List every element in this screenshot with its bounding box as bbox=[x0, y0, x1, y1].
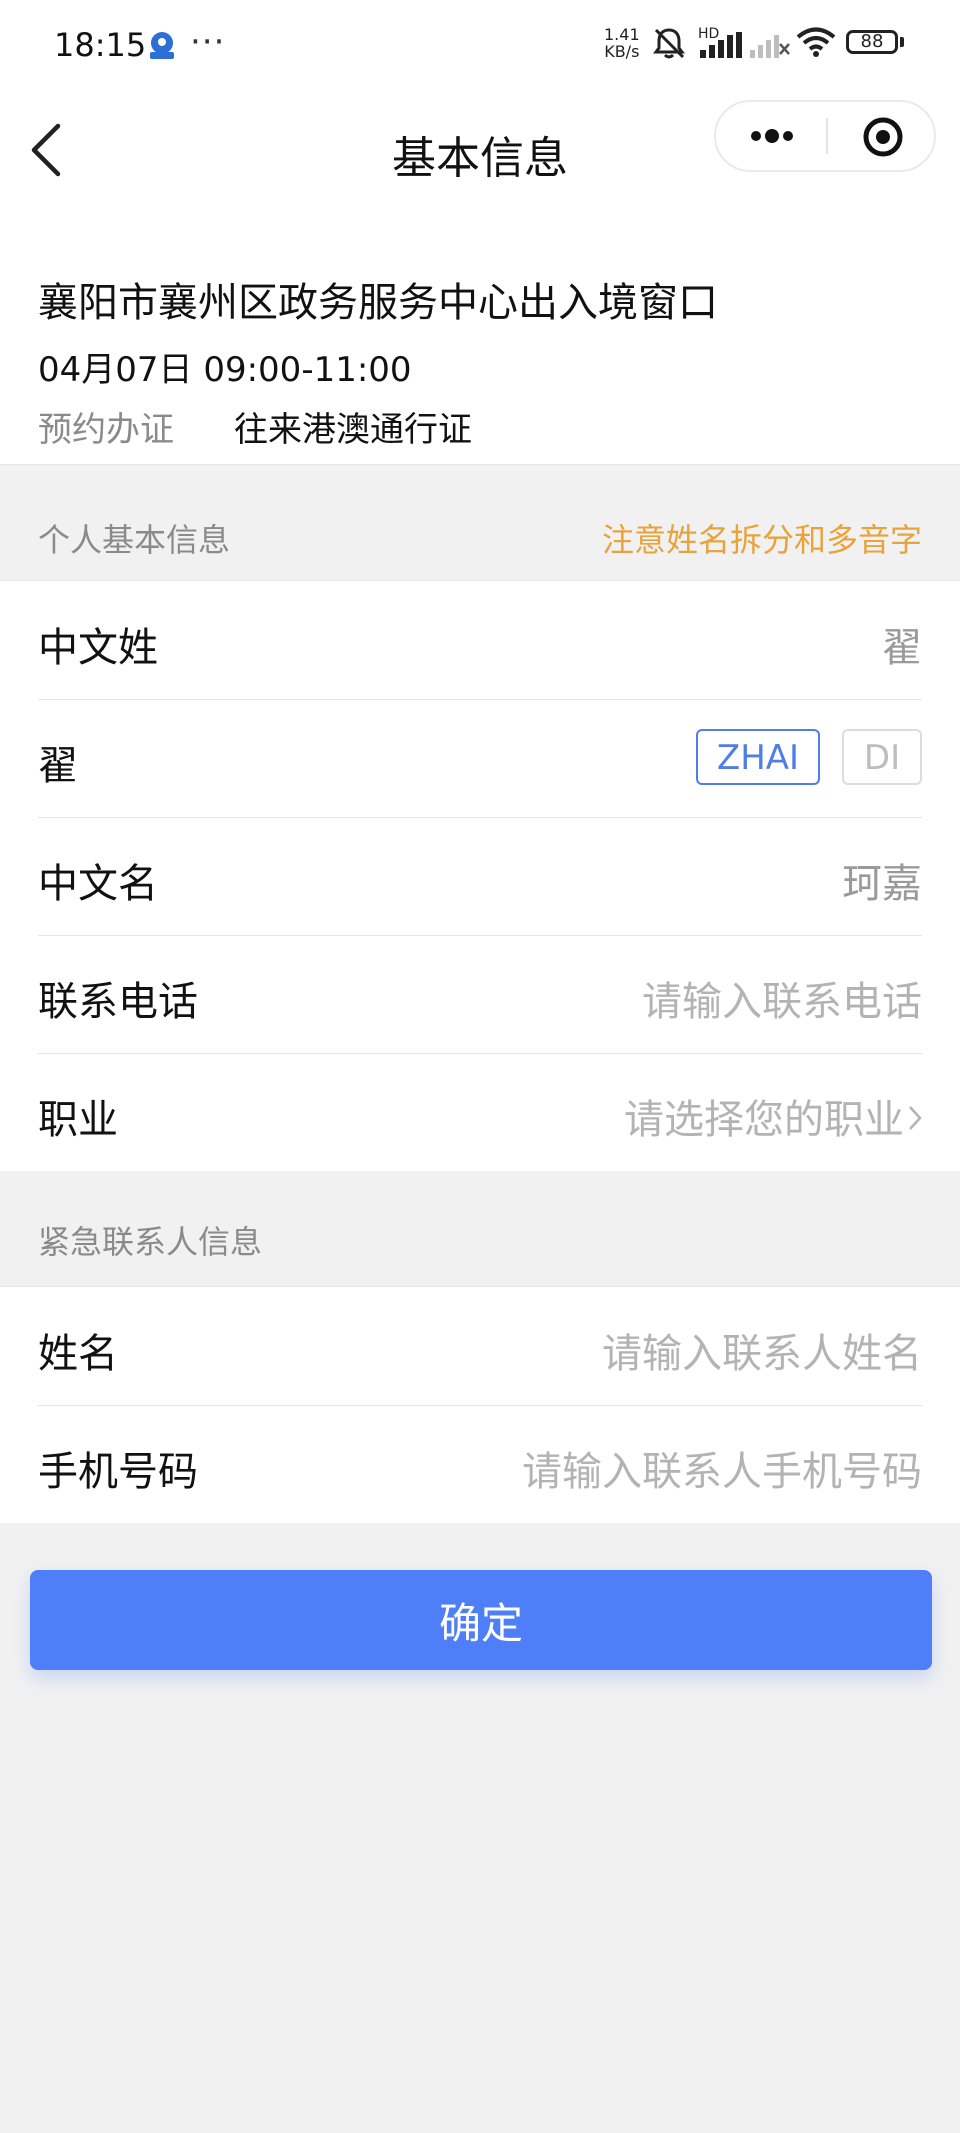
emergency-section-title: 紧急联系人信息 bbox=[38, 1223, 263, 1261]
personal-section-title: 个人基本信息 bbox=[38, 521, 231, 559]
polyphonic-char-label: 翟 bbox=[38, 743, 78, 789]
pinyin-row: 翟 ZHAI DI bbox=[0, 699, 960, 817]
phone-label: 联系电话 bbox=[38, 979, 198, 1025]
appointment-type-label: 预约办证 bbox=[38, 410, 174, 450]
signal-weak-icon bbox=[750, 35, 790, 58]
occupation-row[interactable]: 职业 请选择您的职业 bbox=[0, 1053, 960, 1171]
appointment-type-value: 往来港澳通行证 bbox=[234, 410, 472, 450]
surname-label: 中文姓 bbox=[38, 625, 158, 671]
occupation-select[interactable]: 请选择您的职业 bbox=[624, 1087, 922, 1145]
pinyin-option-di[interactable]: DI bbox=[842, 729, 922, 785]
mini-program-capsule bbox=[714, 100, 936, 172]
more-options-icon[interactable] bbox=[746, 118, 798, 154]
contact-mobile-label: 手机号码 bbox=[38, 1449, 198, 1495]
wifi-icon bbox=[796, 27, 836, 57]
battery-tip bbox=[900, 37, 904, 47]
pinyin-option-zhai[interactable]: ZHAI bbox=[696, 729, 820, 785]
given-name-label: 中文名 bbox=[38, 861, 158, 907]
occupation-placeholder: 请选择您的职业 bbox=[624, 1097, 904, 1143]
capsule-divider bbox=[826, 118, 828, 154]
emergency-contact-form: 姓名 请输入联系人姓名 手机号码 请输入联系人手机号码 bbox=[0, 1286, 960, 1523]
given-name-row[interactable]: 中文名 珂嘉 bbox=[0, 817, 960, 935]
surname-row[interactable]: 中文姓 翟 bbox=[0, 581, 960, 699]
personal-section-header: 个人基本信息 注意姓名拆分和多音字 bbox=[0, 465, 960, 580]
surname-value[interactable]: 翟 bbox=[882, 615, 922, 673]
nav-bar: 基本信息 bbox=[0, 86, 960, 216]
emergency-section-header: 紧急联系人信息 bbox=[0, 1171, 960, 1286]
phone-input[interactable]: 请输入联系电话 bbox=[642, 969, 922, 1027]
appointment-time: 04月07日 09:00-11:00 bbox=[38, 350, 412, 390]
battery-icon: 88 bbox=[846, 30, 898, 54]
confirm-button[interactable]: 确定 bbox=[30, 1570, 932, 1670]
battery-level: 88 bbox=[860, 31, 884, 52]
status-more-dots: ··· bbox=[190, 22, 226, 62]
occupation-label: 职业 bbox=[38, 1097, 118, 1143]
network-speed: 1.41 KB/s bbox=[604, 25, 640, 61]
app-notification-icon bbox=[150, 32, 174, 59]
contact-name-input[interactable]: 请输入联系人姓名 bbox=[602, 1321, 922, 1379]
status-time: 18:15 bbox=[54, 26, 147, 64]
signal-strength-icon bbox=[700, 32, 742, 58]
contact-mobile-input[interactable]: 请输入联系人手机号码 bbox=[522, 1439, 922, 1497]
office-name: 襄阳市襄州区政务服务中心出入境窗口 bbox=[38, 280, 718, 326]
contact-mobile-row[interactable]: 手机号码 请输入联系人手机号码 bbox=[0, 1405, 960, 1523]
appointment-summary: 襄阳市襄州区政务服务中心出入境窗口 04月07日 09:00-11:00 预约办… bbox=[0, 216, 960, 465]
contact-name-row[interactable]: 姓名 请输入联系人姓名 bbox=[0, 1287, 960, 1405]
close-mini-program-icon[interactable] bbox=[862, 116, 904, 158]
chevron-right-icon bbox=[909, 1106, 922, 1130]
personal-info-form: 中文姓 翟 翟 ZHAI DI 中文名 珂嘉 联系电话 请输入联系电话 职业 请… bbox=[0, 580, 960, 1171]
status-bar: 18:15 ··· 1.41 KB/s HD 88 bbox=[0, 0, 960, 86]
given-name-value[interactable]: 珂嘉 bbox=[842, 851, 922, 909]
name-split-notice: 注意姓名拆分和多音字 bbox=[601, 521, 922, 559]
contact-name-label: 姓名 bbox=[38, 1331, 118, 1377]
mute-bell-icon bbox=[653, 28, 685, 59]
phone-row[interactable]: 联系电话 请输入联系电话 bbox=[0, 935, 960, 1053]
